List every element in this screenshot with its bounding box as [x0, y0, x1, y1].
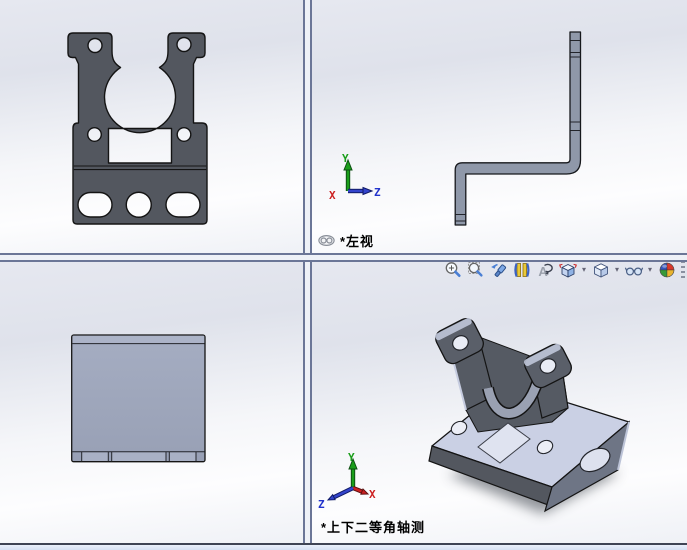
- hide-show-items-dropdown[interactable]: ▾: [646, 262, 654, 280]
- top-view-part-drawing: [71, 334, 206, 463]
- view-orientation-icon[interactable]: [557, 262, 578, 281]
- zoom-to-fit-icon[interactable]: [442, 262, 463, 281]
- viewport-front-view[interactable]: [0, 0, 303, 253]
- view-orientation-label: *上下二等角轴测: [321, 517, 425, 536]
- triad-z-label: Z: [374, 186, 381, 199]
- heads-up-view-toolbar: A ▾ ▾ ▾: [442, 262, 685, 283]
- display-style-dropdown[interactable]: ▾: [613, 262, 621, 280]
- left-view-part-drawing: [454, 31, 582, 226]
- solidworks-four-view-workspace: Y Z X *左视 A ▾ ▾ ▾ Y X Z *上下二等角轴测: [0, 0, 687, 550]
- status-bar-edge: [0, 543, 687, 550]
- viewport-left-view[interactable]: Y Z X *左视: [312, 0, 687, 253]
- view-orientation-dropdown[interactable]: ▾: [580, 262, 588, 280]
- triad-y-label: Y: [348, 451, 355, 464]
- toolbar-overflow-dots: [681, 262, 685, 279]
- orientation-triad: Y Z X: [329, 152, 381, 202]
- viewport-splitter-horizontal[interactable]: [0, 253, 687, 262]
- triad-y-label: Y: [342, 152, 349, 165]
- edit-appearance-icon[interactable]: [656, 262, 677, 281]
- triad-z-label: Z: [318, 498, 325, 511]
- view-name-text: *左视: [340, 234, 375, 249]
- previous-view-icon[interactable]: [488, 262, 509, 281]
- front-view-part-drawing: [67, 32, 208, 225]
- triad-x-label: X: [369, 488, 376, 501]
- zoom-to-area-icon[interactable]: [465, 262, 486, 281]
- chain-link-icon: [318, 235, 335, 246]
- view-orientation-label: *左视: [318, 231, 374, 250]
- display-style-icon[interactable]: [590, 262, 611, 281]
- viewport-isometric-view[interactable]: A ▾ ▾ ▾ Y X Z *上下二等角轴测: [312, 262, 687, 543]
- triad-x-label: X: [329, 189, 336, 202]
- viewport-top-view[interactable]: [0, 262, 303, 543]
- hide-show-items-icon[interactable]: [623, 262, 644, 281]
- section-view-icon[interactable]: [511, 262, 532, 281]
- view-name-text: *上下二等角轴测: [321, 520, 426, 535]
- sheet-edge-lines: [455, 40, 581, 222]
- orientation-triad: Y X Z: [318, 451, 376, 511]
- viewport-splitter-vertical[interactable]: [303, 0, 312, 543]
- rotate-view-icon[interactable]: A: [534, 262, 555, 281]
